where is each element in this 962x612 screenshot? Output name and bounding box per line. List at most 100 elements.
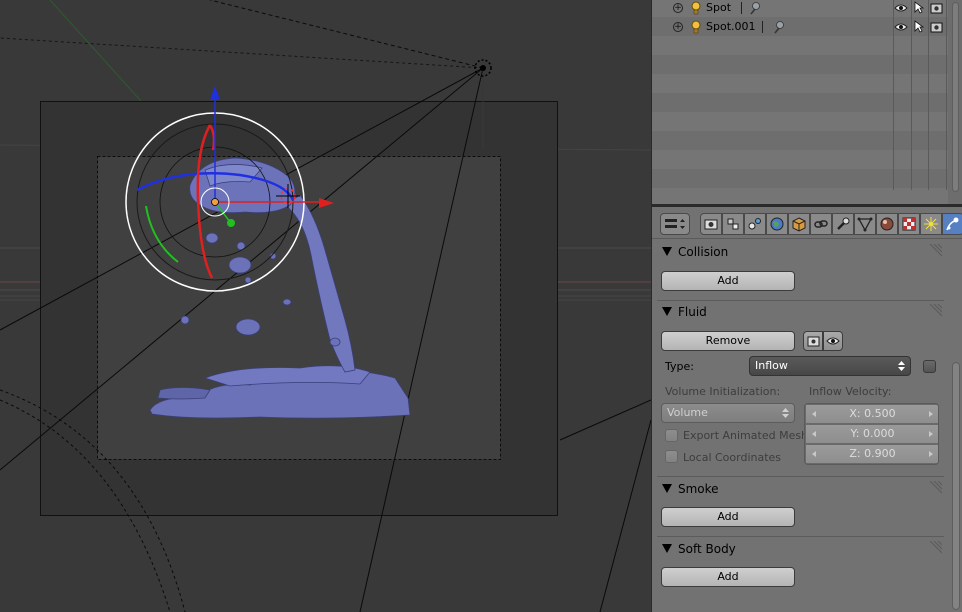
local-coordinates-label: Local Coordinates: [683, 451, 782, 464]
expand-icon[interactable]: +: [673, 2, 683, 13]
smoke-add-button[interactable]: Add: [661, 507, 795, 527]
render-camera-icon[interactable]: [930, 21, 943, 33]
outliner[interactable]: + Spot + Spot.001: [652, 0, 962, 204]
outliner-row-label: Spot.001: [706, 20, 756, 33]
outliner-stripe: [652, 112, 948, 131]
fluid-type-dropdown[interactable]: Inflow: [749, 356, 911, 376]
physics-orbit-icon: [946, 217, 959, 231]
data-tab[interactable]: [854, 213, 876, 235]
smoke-panel: Smoke Add: [657, 477, 944, 535]
lamp-data-icon[interactable]: [772, 20, 786, 34]
decrement-arrow-icon[interactable]: [812, 411, 816, 417]
render-tab[interactable]: [700, 213, 722, 235]
velocity-z-field[interactable]: Z: 0.900: [805, 444, 938, 464]
particles-icon: [924, 217, 938, 231]
collapse-triangle-icon[interactable]: [662, 484, 672, 493]
material-sphere-icon: [880, 217, 894, 231]
y-axis-handle[interactable]: [227, 219, 235, 227]
fluid-panel-header[interactable]: Fluid: [657, 300, 944, 324]
render-camera-icon[interactable]: [930, 2, 943, 14]
smoke-panel-header[interactable]: Smoke: [657, 477, 944, 501]
local-coordinates-checkbox[interactable]: [665, 450, 678, 463]
dropdown-arrows-icon: [898, 361, 905, 371]
eye-icon[interactable]: [894, 3, 908, 13]
fluid-type-checkbox[interactable]: [923, 360, 936, 373]
panel-title: Collision: [678, 245, 729, 259]
render-icon: [704, 219, 718, 230]
properties-editor-icon: [665, 219, 685, 229]
increment-arrow-icon[interactable]: [929, 451, 933, 457]
texture-tab[interactable]: [898, 213, 920, 235]
panel-title: Soft Body: [678, 542, 736, 556]
decrement-arrow-icon[interactable]: [812, 431, 816, 437]
outliner-scrollbar[interactable]: [948, 0, 962, 204]
outliner-stripe: [652, 93, 948, 112]
outliner-stripe: [652, 131, 948, 150]
world-tab[interactable]: [766, 213, 788, 235]
outliner-stripe: [652, 74, 948, 93]
camera-icon: [807, 336, 819, 346]
outliner-separator: [741, 1, 742, 14]
collision-panel: Collision Add: [657, 240, 944, 298]
collision-panel-header[interactable]: Collision: [657, 240, 944, 264]
eye-icon[interactable]: [894, 22, 908, 32]
object-origin: [211, 198, 219, 206]
particles-tab[interactable]: [920, 213, 942, 235]
volume-init-value: Volume: [667, 406, 708, 419]
cursor-select-icon[interactable]: [914, 1, 924, 14]
render-toggle-button[interactable]: [803, 331, 823, 351]
decrement-arrow-icon[interactable]: [812, 451, 816, 457]
increment-arrow-icon[interactable]: [929, 411, 933, 417]
export-animated-mesh-checkbox[interactable]: [665, 429, 678, 442]
inflow-velocity-label: Inflow Velocity:: [809, 385, 892, 398]
lamp-data-icon[interactable]: [748, 1, 762, 15]
outliner-row-spot-001[interactable]: + Spot.001: [652, 17, 948, 36]
object-tab[interactable]: [788, 213, 810, 235]
outliner-stripe: [652, 55, 948, 74]
scene-tab[interactable]: [744, 213, 766, 235]
outliner-stripe: [652, 150, 948, 169]
velocity-y-value: Y: 0.000: [850, 427, 895, 440]
constraints-link-icon: [814, 220, 828, 228]
constraints-tab[interactable]: [810, 213, 832, 235]
volume-init-dropdown[interactable]: Volume: [661, 403, 795, 423]
properties-panel[interactable]: Collision Add Fluid Remove Type: Inflow: [652, 240, 962, 612]
outliner-row-spot[interactable]: + Spot: [652, 0, 948, 17]
outliner-scrollbar-thumb[interactable]: [952, 2, 959, 192]
panel-grip-icon[interactable]: [928, 304, 942, 318]
collapse-triangle-icon[interactable]: [662, 307, 672, 316]
viewport-canvas[interactable]: [0, 0, 651, 612]
material-tab[interactable]: [876, 213, 898, 235]
collapse-triangle-icon[interactable]: [662, 544, 672, 553]
panel-grip-icon[interactable]: [928, 244, 942, 258]
editor-type-menu[interactable]: [660, 213, 690, 235]
outliner-stripe: [652, 169, 948, 188]
viewport-toggle-button[interactable]: [823, 331, 843, 351]
velocity-y-field[interactable]: Y: 0.000: [805, 424, 938, 444]
panel-grip-icon[interactable]: [928, 541, 942, 555]
modifiers-tab[interactable]: [832, 213, 854, 235]
mesh-data-icon: [857, 217, 873, 232]
expand-icon[interactable]: +: [673, 21, 683, 32]
z-axis-arrow[interactable]: [210, 86, 220, 100]
properties-scrollbar[interactable]: [948, 240, 962, 612]
object-cube-icon: [792, 217, 806, 232]
dropdown-arrows-icon: [782, 408, 789, 418]
lamp-icon: [691, 20, 701, 33]
cursor-select-icon[interactable]: [914, 20, 924, 33]
collapse-triangle-icon[interactable]: [662, 247, 672, 256]
soft-body-add-button[interactable]: Add: [661, 567, 795, 587]
3d-viewport[interactable]: [0, 0, 651, 612]
texture-checker-icon: [902, 217, 916, 231]
scene-icon: [748, 218, 761, 230]
panel-grip-icon[interactable]: [928, 481, 942, 495]
properties-scrollbar-thumb[interactable]: [952, 362, 960, 610]
velocity-x-field[interactable]: X: 0.500: [805, 404, 938, 424]
fluid-remove-button[interactable]: Remove: [661, 331, 795, 351]
render-layers-tab[interactable]: [722, 213, 744, 235]
increment-arrow-icon[interactable]: [929, 431, 933, 437]
outliner-stripe: [652, 36, 948, 55]
physics-tab[interactable]: [942, 213, 962, 235]
soft-body-panel-header[interactable]: Soft Body: [657, 537, 944, 561]
collision-add-button[interactable]: Add: [661, 271, 795, 291]
